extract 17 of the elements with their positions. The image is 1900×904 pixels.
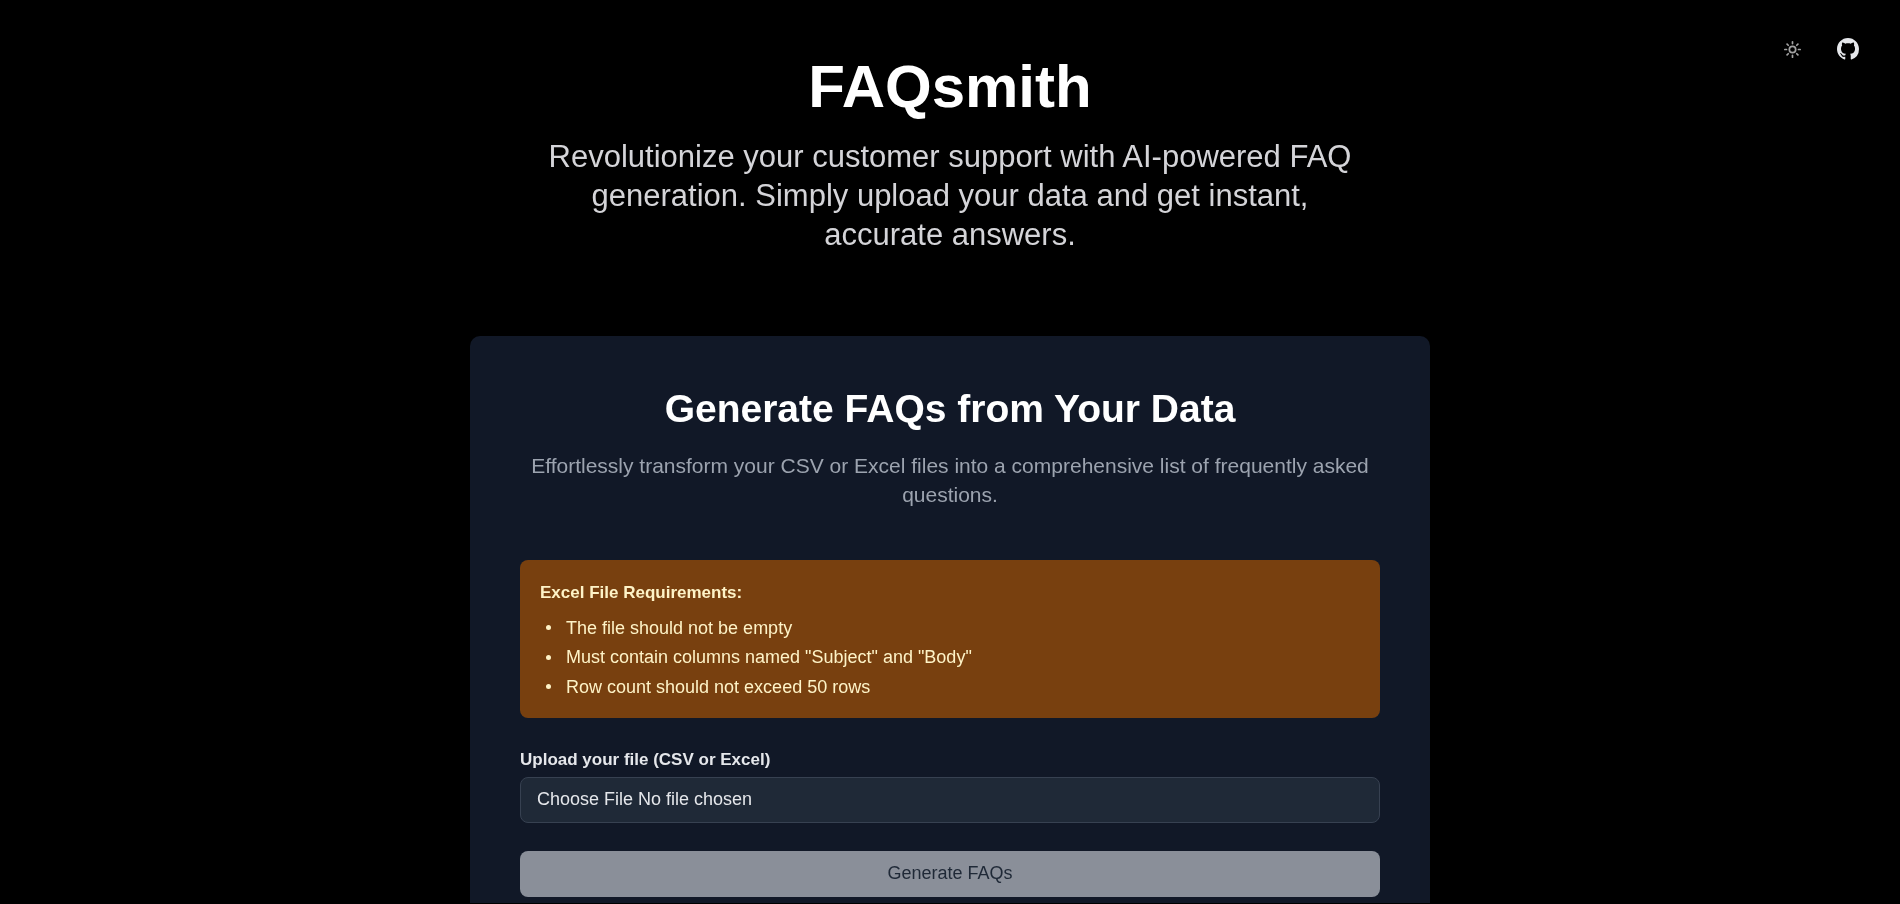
card-description: Effortlessly transform your CSV or Excel files into a comprehensive list of frequently asked questions. (530, 453, 1370, 508)
card-title: Generate FAQs from Your Data (664, 387, 1236, 431)
bullet-icon (546, 654, 551, 660)
bullet-icon (546, 625, 551, 631)
app-subtitle: Revolutionize your customer support with AI-powered FAQ generation. Simply upload your data and get instant, accurate answers. (547, 138, 1353, 254)
requirement-text: Row count should not exceed 50 rows (566, 675, 871, 699)
requirement-text: Must contain columns named "Subject" and "Body" (566, 646, 972, 670)
requirement-text: The file should not be empty (566, 616, 793, 640)
sun-icon[interactable] (1784, 40, 1801, 58)
requirements-title: Excel File Requirements: (540, 582, 744, 604)
file-input-field[interactable]: Choose File No file chosen (520, 776, 1380, 823)
github-icon[interactable] (1837, 38, 1859, 60)
choose-file-button[interactable]: Choose File (537, 789, 634, 810)
bullet-icon (546, 684, 551, 690)
upload-label: Upload your file (CSV or Excel) (520, 749, 772, 771)
app-title: FAQsmith (808, 52, 1092, 122)
file-status-text: No file chosen (638, 789, 753, 810)
